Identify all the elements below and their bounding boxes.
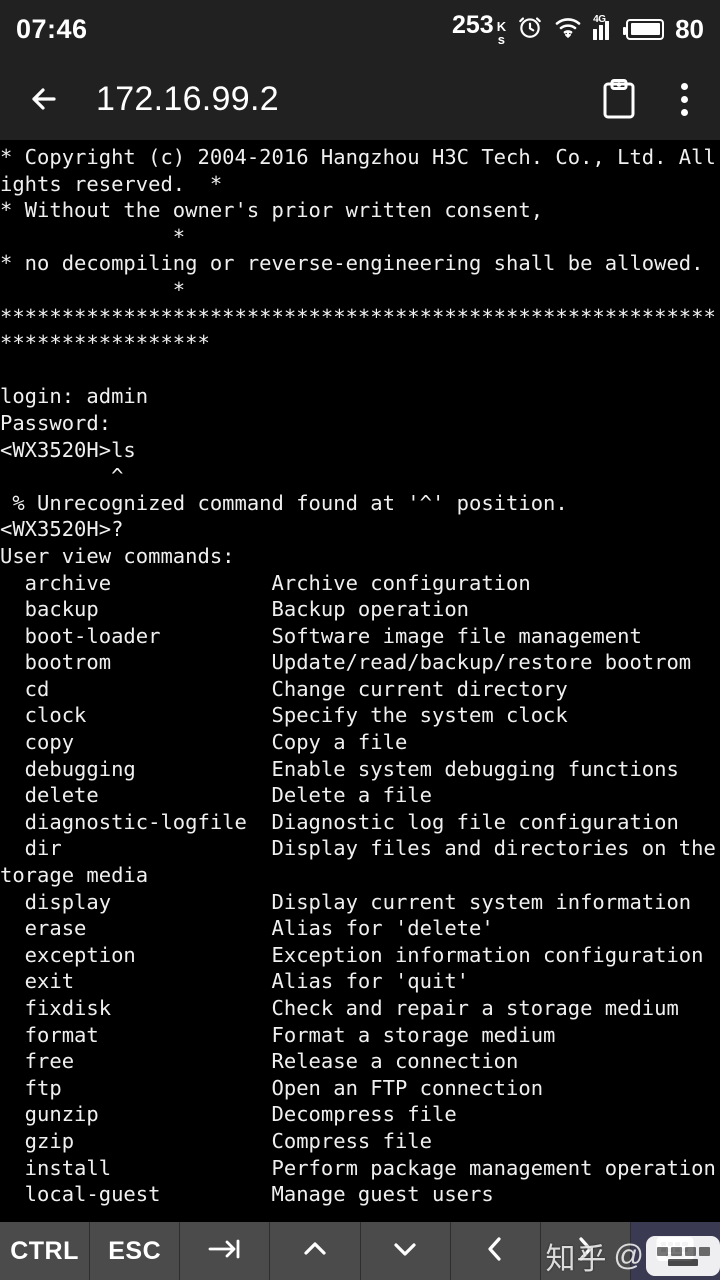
terminal-line: backup Backup operation	[0, 597, 469, 622]
terminal-line: User view commands:	[0, 543, 235, 568]
signal-generation-label: 4G	[593, 14, 606, 25]
network-speed-unit-numerator: K	[496, 18, 507, 34]
esc-key[interactable]: ESC	[90, 1222, 181, 1280]
arrow-up-key[interactable]	[270, 1222, 361, 1280]
terminal-app-screen: 07:46 253 K s 4G 80 172.16.99.2 * Copyri…	[0, 0, 720, 1280]
back-arrow-icon[interactable]	[22, 77, 66, 121]
network-speed-unit-denominator: s	[497, 31, 505, 47]
terminal-line: clock Specify the system clock	[0, 703, 568, 728]
terminal-line-list: * Copyright (c) 2004-2016 Hangzhou H3C T…	[0, 144, 720, 1208]
wifi-icon	[554, 15, 582, 44]
terminal-line: *****************	[0, 331, 210, 356]
arrow-down-key[interactable]	[360, 1222, 451, 1280]
keyboard-toggle-key[interactable]	[630, 1222, 720, 1280]
chevron-right-icon	[572, 1236, 598, 1267]
battery-percent-label: 80	[675, 13, 704, 44]
terminal-line: % Unrecognized command found at '^' posi…	[0, 490, 568, 515]
terminal-line: bootrom Update/read/backup/restore bootr…	[0, 650, 692, 675]
tab-key[interactable]	[180, 1222, 271, 1280]
terminal-line: ^	[0, 464, 124, 489]
app-bar-actions	[601, 78, 698, 120]
terminal-line: gunzip Decompress file	[0, 1102, 457, 1127]
terminal-line: <WX3520H>?	[0, 517, 124, 542]
terminal-line: gzip Compress file	[0, 1128, 432, 1153]
tab-arrow-icon	[208, 1238, 242, 1265]
page-title: 172.16.99.2	[96, 79, 279, 118]
terminal-line: Password:	[0, 410, 112, 435]
terminal-line: *	[0, 224, 186, 249]
terminal-line: ftp Open an FTP connection	[0, 1075, 544, 1100]
terminal-line: * Copyright (c) 2004-2016 Hangzhou H3C T…	[0, 145, 720, 169]
signal-bars-icon: 4G	[593, 14, 615, 40]
status-bar-indicators: 253 K s 4G 80	[452, 11, 704, 48]
terminal-line: dir Display files and directories on the…	[0, 836, 720, 861]
arrow-right-key[interactable]	[540, 1222, 631, 1280]
terminal-line: * Without the owner's prior written cons…	[0, 198, 544, 223]
arrow-left-key[interactable]	[450, 1222, 541, 1280]
terminal-output[interactable]: * Copyright (c) 2004-2016 Hangzhou H3C T…	[0, 140, 720, 1280]
terminal-line: debugging Enable system debugging functi…	[0, 756, 679, 781]
terminal-line: display Display current system informati…	[0, 889, 692, 914]
keyboard-icon	[655, 1234, 695, 1269]
app-bar: 172.16.99.2	[0, 58, 720, 140]
chevron-up-icon	[302, 1236, 328, 1267]
status-bar: 07:46 253 K s 4G 80	[0, 0, 720, 58]
terminal-line: * no decompiling or reverse-engineering …	[0, 251, 704, 276]
terminal-line: local-guest Manage guest users	[0, 1182, 494, 1207]
terminal-line: *	[0, 277, 186, 302]
terminal-key-toolbar: CTRL ESC	[0, 1222, 720, 1280]
terminal-line: boot-loader Software image file manageme…	[0, 623, 642, 648]
kebab-menu-icon[interactable]	[671, 79, 698, 120]
terminal-line: ights reserved. *	[0, 171, 223, 196]
terminal-line: install Perform package management opera…	[0, 1155, 716, 1180]
terminal-line: delete Delete a file	[0, 783, 432, 808]
terminal-line: copy Copy a file	[0, 730, 408, 755]
terminal-line: torage media	[0, 863, 149, 888]
terminal-line: archive Archive configuration	[0, 570, 531, 595]
ctrl-key-label: CTRL	[10, 1236, 79, 1265]
terminal-line: ****************************************…	[0, 304, 716, 329]
terminal-line: fixdisk Check and repair a storage mediu…	[0, 996, 679, 1020]
terminal-line: exception Exception information configur…	[0, 942, 704, 967]
terminal-line: diagnostic-logfile Diagnostic log file c…	[0, 809, 679, 834]
status-bar-clock: 07:46	[16, 13, 88, 44]
battery-icon	[623, 18, 665, 40]
terminal-line: erase Alias for 'delete'	[0, 916, 494, 941]
terminal-line: <WX3520H>ls	[0, 437, 136, 462]
esc-key-label: ESC	[108, 1236, 162, 1265]
network-speed-value: 253	[451, 10, 494, 39]
network-speed-indicator: 253 K s	[452, 11, 506, 48]
chevron-left-icon	[482, 1236, 508, 1267]
terminal-line: format Format a storage medium	[0, 1022, 556, 1047]
chevron-down-icon	[392, 1236, 418, 1267]
terminal-line: exit Alias for 'quit'	[0, 969, 469, 994]
ctrl-key[interactable]: CTRL	[0, 1222, 91, 1280]
terminal-line: free Release a connection	[0, 1049, 519, 1074]
clipboard-icon[interactable]	[601, 78, 637, 120]
terminal-line: login: admin	[0, 384, 149, 409]
network-speed-unit: K s	[497, 20, 506, 46]
alarm-clock-icon	[517, 14, 543, 45]
terminal-line: cd Change current directory	[0, 676, 568, 701]
